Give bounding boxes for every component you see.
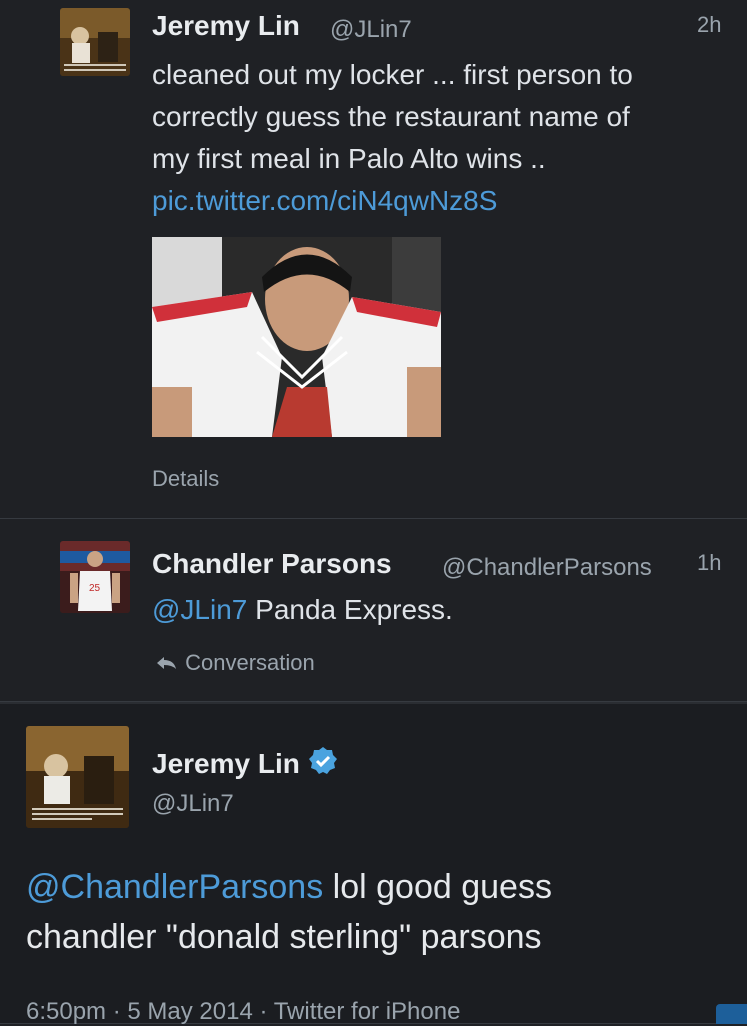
author-name[interactable]: Chandler Parsons xyxy=(152,548,392,580)
tweet-text-line: my first meal in Palo Alto wins .. xyxy=(152,143,546,174)
tweet-time[interactable]: 2h xyxy=(697,12,721,38)
avatar-jeremy-lin[interactable] xyxy=(60,8,130,76)
tweet-text-body: lol good guess xyxy=(323,868,552,906)
tweet-photo[interactable] xyxy=(152,237,441,437)
tweet-text-body: Panda Express. xyxy=(247,594,453,625)
mention-link[interactable]: @JLin7 xyxy=(152,594,247,625)
tweet-text-line: @ChandlerParsons lol good guess xyxy=(26,862,552,912)
author-handle[interactable]: @JLin7 xyxy=(152,790,234,818)
mention-link[interactable]: @ChandlerParsons xyxy=(26,868,323,906)
tweet-text-line: chandler "donald sterling" parsons xyxy=(26,918,542,956)
conversation-link[interactable]: Conversation xyxy=(155,650,315,676)
avatar-jeremy-lin-large[interactable] xyxy=(26,726,129,828)
conversation-label: Conversation xyxy=(185,650,315,675)
tweet-text-large: @ChandlerParsons lol good guess chandler… xyxy=(26,862,552,962)
author-handle[interactable]: @ChandlerParsons xyxy=(442,554,652,582)
verified-badge-icon xyxy=(308,746,338,776)
details-link[interactable]: Details xyxy=(152,466,219,492)
scroll-corner-button[interactable] xyxy=(716,1004,747,1024)
tweet-text-line: cleaned out my locker ... first person t… xyxy=(152,59,633,90)
reply-arrow-icon xyxy=(155,650,185,675)
author-name-text: Jeremy Lin xyxy=(152,748,300,779)
pic-link[interactable]: pic.twitter.com/ciN4qwNz8S xyxy=(152,180,633,222)
author-name[interactable]: Jeremy Lin xyxy=(152,746,338,780)
tweet-text-line: correctly guess the restaurant name of xyxy=(152,101,630,132)
tweet-text: @JLin7 Panda Express. xyxy=(152,589,453,631)
tweet-text: cleaned out my locker ... first person t… xyxy=(152,54,633,222)
author-handle[interactable]: @JLin7 xyxy=(330,16,412,44)
avatar-chandler-parsons[interactable]: 25 xyxy=(60,541,130,613)
author-name[interactable]: Jeremy Lin xyxy=(152,10,300,42)
tweet-time[interactable]: 1h xyxy=(697,550,721,576)
svg-text:25: 25 xyxy=(89,583,101,594)
tweet-jeremy-lin-locker[interactable]: Jeremy Lin @JLin7 2h cleaned out my lock… xyxy=(0,0,747,519)
tweet-timestamp-source[interactable]: 6:50pm · 5 May 2014 · Twitter for iPhone xyxy=(26,998,460,1026)
